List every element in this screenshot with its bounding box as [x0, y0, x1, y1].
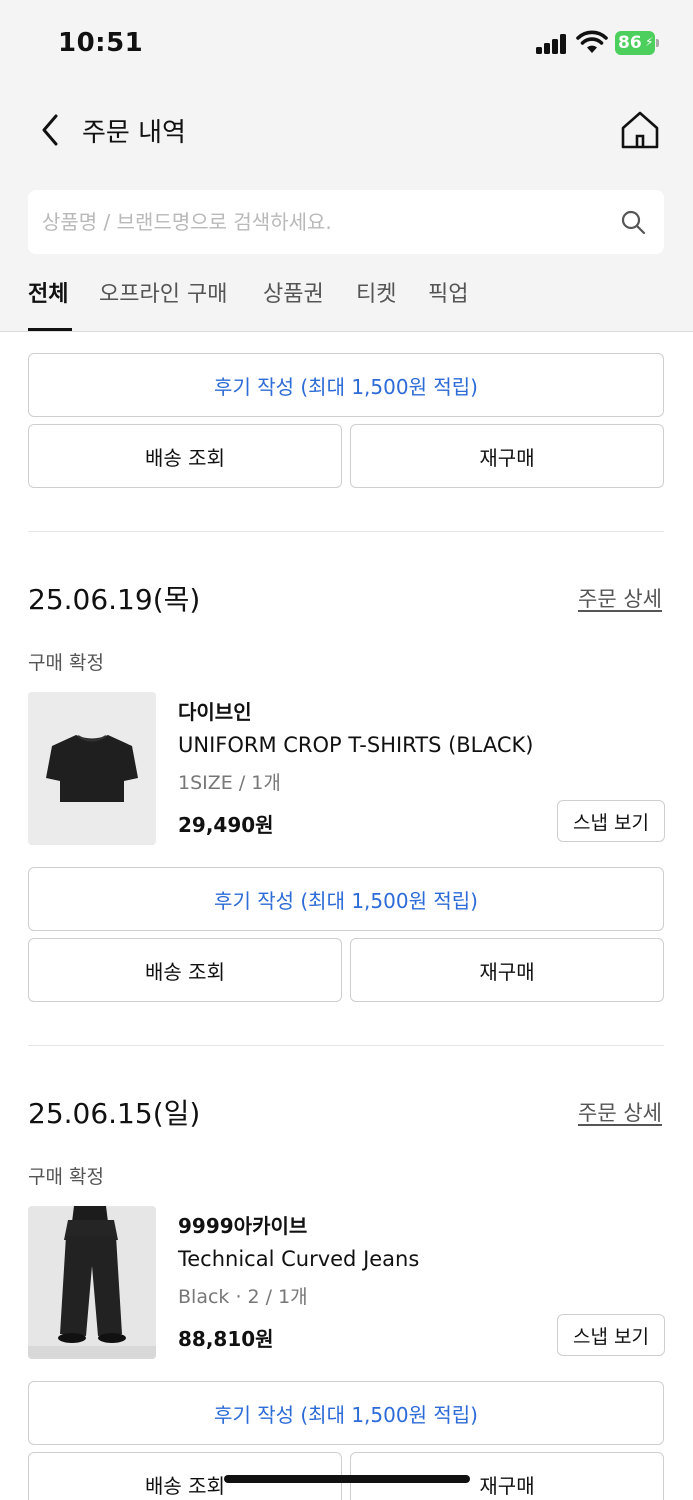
rebuy-button[interactable]: 재구매 [350, 424, 664, 488]
product-option: Black · 2 / 1개 [178, 1286, 308, 1308]
tracking-button[interactable]: 배송 조회 [28, 424, 342, 488]
status-bar: 10:51 86 ⚡ [0, 0, 693, 90]
order-detail-link[interactable]: 주문 상세 [578, 583, 662, 613]
back-button[interactable] [34, 110, 70, 150]
home-indicator[interactable] [224, 1475, 470, 1483]
product-price: 88,810원 [178, 1327, 274, 1351]
tab-ticket[interactable]: 티켓 [356, 276, 396, 332]
product-option: 1SIZE / 1개 [178, 772, 281, 794]
review-button[interactable]: 후기 작성 (최대 1,500원 적립) [28, 1381, 664, 1445]
brand-name[interactable]: 9999아카이브 [178, 1210, 307, 1239]
tshirt-image [28, 692, 156, 845]
product-price: 29,490원 [178, 813, 274, 837]
tab-pickup[interactable]: 픽업 [428, 276, 468, 332]
search-box [28, 190, 664, 254]
snap-view-button[interactable]: 스냅 보기 [557, 1314, 665, 1356]
order-detail-link[interactable]: 주문 상세 [578, 1097, 662, 1127]
product-thumbnail[interactable] [28, 1206, 156, 1359]
product-thumbnail[interactable] [28, 692, 156, 845]
order-date: 25.06.15(일) [28, 1097, 201, 1130]
home-icon[interactable] [619, 108, 661, 152]
review-button[interactable]: 후기 작성 (최대 1,500원 적립) [28, 867, 664, 931]
order-status: 구매 확정 [28, 652, 104, 674]
active-tab-indicator [28, 328, 72, 331]
product-name[interactable]: Technical Curved Jeans [178, 1247, 419, 1271]
divider [28, 1045, 664, 1046]
snap-view-button[interactable]: 스냅 보기 [557, 800, 665, 842]
tracking-button[interactable]: 배송 조회 [28, 938, 342, 1002]
divider [28, 531, 664, 532]
wifi-icon [576, 30, 608, 53]
search-icon[interactable] [620, 209, 646, 235]
battery-icon: 86 ⚡ [615, 31, 659, 55]
battery-level: 86 [618, 33, 642, 53]
cellular-signal-icon [536, 34, 568, 54]
order-date: 25.06.19(목) [28, 583, 201, 616]
status-time: 10:51 [58, 28, 144, 58]
product-name[interactable]: UNIFORM CROP T-SHIRTS (BLACK) [178, 733, 533, 757]
brand-name[interactable]: 다이브인 [178, 696, 252, 725]
tab-gift-card[interactable]: 상품권 [263, 276, 324, 332]
page-title: 주문 내역 [82, 118, 186, 148]
rebuy-button[interactable]: 재구매 [350, 938, 664, 1002]
tab-offline[interactable]: 오프라인 구매 [99, 276, 227, 332]
search-input[interactable] [42, 190, 612, 254]
order-status: 구매 확정 [28, 1166, 104, 1188]
charging-bolt-icon: ⚡ [645, 35, 654, 49]
jeans-image [28, 1206, 156, 1359]
tab-all[interactable]: 전체 [28, 276, 68, 332]
header: 주문 내역 [0, 100, 693, 160]
review-button[interactable]: 후기 작성 (최대 1,500원 적립) [28, 353, 664, 417]
